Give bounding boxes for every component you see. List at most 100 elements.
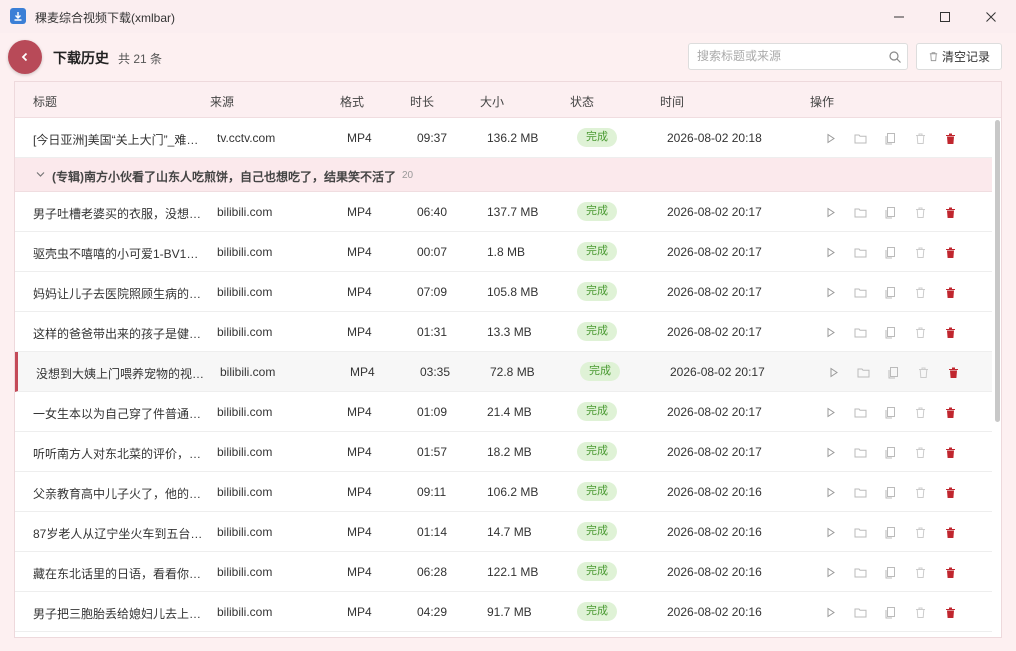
delete-file-button[interactable] bbox=[946, 365, 960, 379]
table-row[interactable]: [今日亚洲]美国“关上大门”_难… tv.cctv.com MP4 09:37 … bbox=[15, 118, 992, 158]
column-header-status[interactable]: 状态 bbox=[570, 93, 594, 110]
table-row[interactable]: 87岁老人从辽宁坐火车到五台… bilibili.com MP4 01:14 1… bbox=[15, 512, 992, 552]
open-folder-button[interactable] bbox=[853, 525, 867, 539]
table-row[interactable]: 没想到大姨上门喂养宠物的视… bilibili.com MP4 03:35 72… bbox=[15, 352, 992, 392]
delete-file-button[interactable] bbox=[943, 405, 957, 419]
table-row[interactable]: 男子把三胞胎丢给媳妇儿去上… bilibili.com MP4 04:29 91… bbox=[15, 592, 992, 632]
remove-record-button[interactable] bbox=[913, 325, 927, 339]
play-button[interactable] bbox=[826, 365, 840, 379]
play-button[interactable] bbox=[823, 285, 837, 299]
open-folder-button[interactable] bbox=[853, 285, 867, 299]
clear-records-button[interactable]: 清空记录 bbox=[916, 43, 1002, 70]
remove-record-button[interactable] bbox=[913, 485, 927, 499]
copy-button[interactable] bbox=[883, 565, 897, 579]
remove-record-button[interactable] bbox=[913, 405, 927, 419]
delete-file-button[interactable] bbox=[943, 205, 957, 219]
remove-record-button[interactable] bbox=[913, 131, 927, 145]
search-input[interactable] bbox=[697, 49, 882, 63]
remove-record-button[interactable] bbox=[913, 565, 927, 579]
delete-file-button[interactable] bbox=[943, 131, 957, 145]
open-folder-button[interactable] bbox=[853, 445, 867, 459]
column-header-size[interactable]: 大小 bbox=[480, 93, 504, 110]
folder-icon bbox=[854, 288, 866, 297]
remove-record-button[interactable] bbox=[913, 245, 927, 259]
copy-button[interactable] bbox=[883, 325, 897, 339]
delete-file-button[interactable] bbox=[943, 245, 957, 259]
play-button[interactable] bbox=[823, 605, 837, 619]
delete-file-button[interactable] bbox=[943, 485, 957, 499]
column-header-duration[interactable]: 时长 bbox=[410, 93, 434, 110]
album-group-row[interactable]: (专辑)南方小伙看了山东人吃煎饼，自己也想吃了，结果笑不活了 20 bbox=[15, 158, 992, 192]
maximize-button[interactable] bbox=[922, 0, 968, 33]
copy-button[interactable] bbox=[883, 205, 897, 219]
remove-record-button[interactable] bbox=[913, 525, 927, 539]
copy-button[interactable] bbox=[883, 405, 897, 419]
row-time: 2026-08-02 20:16 bbox=[667, 485, 762, 499]
copy-button[interactable] bbox=[886, 365, 900, 379]
open-folder-button[interactable] bbox=[853, 205, 867, 219]
vertical-scrollbar[interactable] bbox=[993, 118, 1001, 637]
delete-file-button[interactable] bbox=[943, 525, 957, 539]
status-badge: 完成 bbox=[577, 128, 617, 147]
play-button[interactable] bbox=[823, 565, 837, 579]
table-row[interactable]: 一女生本以为自己穿了件普通… bilibili.com MP4 01:09 21… bbox=[15, 392, 992, 432]
copy-button[interactable] bbox=[883, 485, 897, 499]
delete-file-button[interactable] bbox=[943, 285, 957, 299]
remove-record-button[interactable] bbox=[913, 445, 927, 459]
remove-record-button[interactable] bbox=[913, 205, 927, 219]
copy-button[interactable] bbox=[883, 285, 897, 299]
open-folder-button[interactable] bbox=[853, 565, 867, 579]
play-button[interactable] bbox=[823, 405, 837, 419]
remove-record-button[interactable] bbox=[913, 605, 927, 619]
table-row[interactable]: 父亲教育高中儿子火了，他的… bilibili.com MP4 09:11 10… bbox=[15, 472, 992, 512]
copy-button[interactable] bbox=[883, 245, 897, 259]
chevron-down-icon[interactable] bbox=[35, 169, 46, 180]
play-button[interactable] bbox=[823, 245, 837, 259]
delete-file-button[interactable] bbox=[943, 325, 957, 339]
column-header-time[interactable]: 时间 bbox=[660, 93, 684, 110]
table-row[interactable]: 这样的爸爸带出来的孩子是健… bilibili.com MP4 01:31 13… bbox=[15, 312, 992, 352]
row-title: 没想到大姨上门喂养宠物的视… bbox=[36, 367, 205, 381]
scrollbar-thumb[interactable] bbox=[995, 120, 1000, 422]
open-folder-button[interactable] bbox=[853, 131, 867, 145]
row-source: bilibili.com bbox=[217, 605, 273, 619]
minimize-button[interactable] bbox=[876, 0, 922, 33]
open-folder-button[interactable] bbox=[853, 405, 867, 419]
table-row[interactable]: 驱壳虫不嘻嘻的小可爱1-BV1… bilibili.com MP4 00:07 … bbox=[15, 232, 992, 272]
delete-file-button[interactable] bbox=[943, 445, 957, 459]
table-row[interactable]: 男子吐槽老婆买的衣服，没想… bilibili.com MP4 06:40 13… bbox=[15, 192, 992, 232]
row-title: 一女生本以为自己穿了件普通… bbox=[33, 407, 202, 421]
search-box[interactable] bbox=[688, 43, 908, 70]
play-button[interactable] bbox=[823, 525, 837, 539]
remove-record-button[interactable] bbox=[916, 365, 930, 379]
play-button[interactable] bbox=[823, 205, 837, 219]
table-row[interactable]: 藏在东北话里的日语，看看你… bilibili.com MP4 06:28 12… bbox=[15, 552, 992, 592]
open-folder-button[interactable] bbox=[853, 605, 867, 619]
row-title: 藏在东北话里的日语，看看你… bbox=[33, 567, 202, 581]
search-icon[interactable] bbox=[888, 50, 902, 64]
open-folder-button[interactable] bbox=[853, 325, 867, 339]
table-row[interactable]: 妈妈让儿子去医院照顾生病的… bilibili.com MP4 07:09 10… bbox=[15, 272, 992, 312]
copy-button[interactable] bbox=[883, 445, 897, 459]
column-header-title[interactable]: 标题 bbox=[33, 93, 57, 110]
row-time: 2026-08-02 20:17 bbox=[667, 245, 762, 259]
close-button[interactable] bbox=[968, 0, 1014, 33]
play-button[interactable] bbox=[823, 445, 837, 459]
copy-button[interactable] bbox=[883, 525, 897, 539]
delete-file-button[interactable] bbox=[943, 565, 957, 579]
play-button[interactable] bbox=[823, 485, 837, 499]
copy-button[interactable] bbox=[883, 131, 897, 145]
column-header-format[interactable]: 格式 bbox=[340, 93, 364, 110]
open-folder-button[interactable] bbox=[853, 245, 867, 259]
table-row[interactable]: 听听南方人对东北菜的评价，… bilibili.com MP4 01:57 18… bbox=[15, 432, 992, 472]
copy-button[interactable] bbox=[883, 605, 897, 619]
column-header-source[interactable]: 来源 bbox=[210, 93, 234, 110]
back-button[interactable] bbox=[8, 40, 42, 74]
open-folder-button[interactable] bbox=[856, 365, 870, 379]
play-button[interactable] bbox=[823, 131, 837, 145]
delete-file-button[interactable] bbox=[943, 605, 957, 619]
play-button[interactable] bbox=[823, 325, 837, 339]
open-folder-button[interactable] bbox=[853, 485, 867, 499]
history-table: 标题 来源 格式 时长 大小 状态 时间 操作 [今日亚洲]美国“关上大门”_难… bbox=[14, 81, 1002, 638]
remove-record-button[interactable] bbox=[913, 285, 927, 299]
